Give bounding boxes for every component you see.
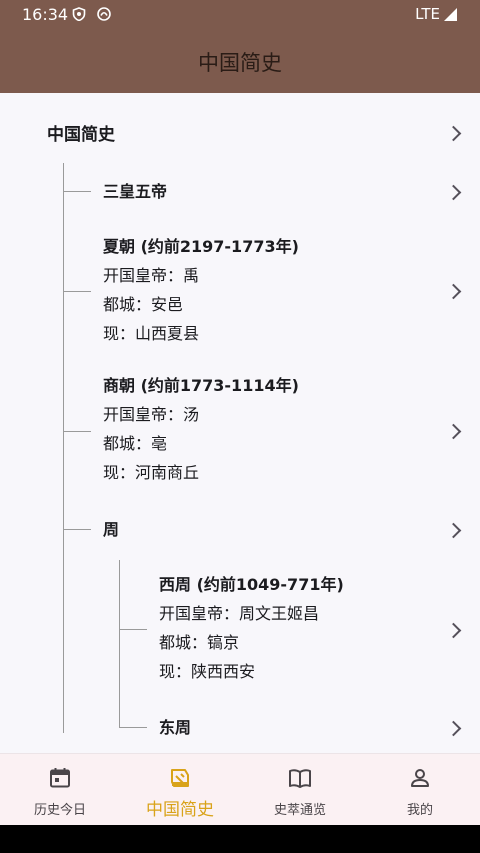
- nav-item-mine[interactable]: 我的: [360, 754, 480, 826]
- tree-connector-main: [63, 163, 64, 733]
- chevron-right-icon[interactable]: [445, 283, 462, 300]
- shield-icon: [72, 7, 86, 21]
- node-title: 夏朝 (约前2197-1773年): [103, 237, 299, 256]
- tree-connector: [63, 431, 91, 432]
- chevron-right-icon[interactable]: [445, 125, 462, 142]
- chevron-right-icon[interactable]: [445, 622, 462, 639]
- gesture-bar: [0, 825, 480, 853]
- page-title: 中国简史: [198, 51, 282, 75]
- node-title: 西周 (约前1049-771年): [159, 575, 344, 594]
- signal-icon: [444, 8, 457, 21]
- node-location: 现：河南商丘: [103, 463, 200, 482]
- network-type: LTE: [415, 5, 440, 23]
- nav-label: 史萃通览: [273, 803, 326, 818]
- tree-node-sanhuang[interactable]: 三皇五帝: [103, 177, 167, 206]
- node-founder: 开国皇帝：周文王姬昌: [159, 604, 320, 623]
- node-capital: 都城：镐京: [159, 633, 240, 652]
- person-icon: [411, 769, 429, 787]
- tree-node-xizhou[interactable]: 西周 (约前1049-771年) 开国皇帝：周文王姬昌 都城：镐京 现：陕西西安: [159, 570, 344, 686]
- status-bar: 16:34 LTE: [0, 0, 480, 30]
- book-icon: [289, 769, 311, 788]
- status-time: 16:34: [22, 5, 69, 24]
- app-notification-icon: [97, 7, 111, 21]
- node-title: 东周: [159, 718, 192, 737]
- nav-label: 历史今日: [33, 803, 86, 818]
- chevron-right-icon[interactable]: [445, 522, 462, 539]
- tree-root-title[interactable]: 中国简史: [47, 120, 115, 145]
- tree-connector: [63, 291, 91, 292]
- nav-item-history-today[interactable]: 历史今日: [0, 754, 120, 826]
- node-founder: 开国皇帝：汤: [103, 405, 200, 424]
- app-bar: 中国简史: [0, 30, 480, 93]
- chevron-right-icon[interactable]: [445, 423, 462, 440]
- scroll-icon: [171, 769, 189, 787]
- nav-label: 中国简史: [146, 800, 214, 820]
- nav-label: 我的: [406, 803, 433, 818]
- tree-node-xia[interactable]: 夏朝 (约前2197-1773年) 开国皇帝：禹 都城：安邑 现：山西夏县: [103, 232, 299, 348]
- node-title: 三皇五帝: [103, 182, 168, 201]
- tree-connector-zhou: [119, 560, 120, 728]
- tree-node-dongzhou[interactable]: 东周: [159, 713, 191, 742]
- node-capital: 都城：安邑: [103, 295, 184, 314]
- node-location: 现：陕西西安: [159, 662, 256, 681]
- chevron-right-icon[interactable]: [445, 720, 462, 737]
- node-title: 商朝 (约前1773-1114年): [103, 376, 299, 395]
- tree-connector: [63, 191, 91, 192]
- chevron-right-icon[interactable]: [445, 184, 462, 201]
- tree-connector: [119, 629, 147, 630]
- calendar-icon: [50, 768, 70, 788]
- nav-item-brief-history[interactable]: 中国简史: [120, 754, 240, 826]
- bottom-navigation: 历史今日 中国简史 史萃通览 我的: [0, 753, 480, 826]
- nav-item-history-overview[interactable]: 史萃通览: [240, 754, 360, 826]
- history-tree[interactable]: 中国简史 三皇五帝 夏朝 (约前2197-1773年) 开国皇帝：禹 都城：安邑…: [0, 93, 480, 753]
- node-founder: 开国皇帝：禹: [103, 266, 200, 285]
- tree-connector: [119, 727, 147, 728]
- tree-node-zhou[interactable]: 周: [103, 515, 119, 544]
- tree-connector: [63, 529, 91, 530]
- node-capital: 都城：亳: [103, 434, 168, 453]
- node-location: 现：山西夏县: [103, 324, 200, 343]
- node-title: 周: [103, 520, 120, 539]
- tree-node-shang[interactable]: 商朝 (约前1773-1114年) 开国皇帝：汤 都城：亳 现：河南商丘: [103, 371, 299, 487]
- app-screen: 16:34 LTE 中国简史 中国简史 三皇五帝 夏朝 (约前2197-1773…: [0, 0, 480, 853]
